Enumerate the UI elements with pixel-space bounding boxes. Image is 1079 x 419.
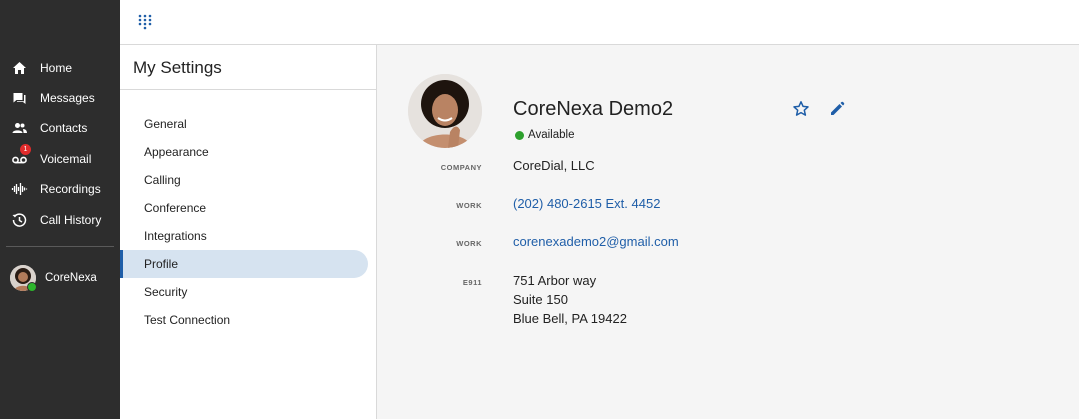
menu-item-label: Conference (144, 201, 207, 215)
address-line-2: Suite 150 (513, 292, 568, 307)
menu-item-label: Profile (144, 257, 179, 271)
sidebar-item-label: Voicemail (40, 152, 92, 166)
work-phone-link[interactable]: (202) 480-2615 Ext. 4452 (513, 196, 660, 211)
work-email-link[interactable]: corenexademo2@gmail.com (513, 234, 679, 249)
edit-pencil-icon[interactable] (828, 100, 846, 118)
sidebar-item-label: Recordings (40, 182, 101, 196)
sidebar-item-home[interactable]: Home (0, 55, 120, 81)
settings-menu-calling[interactable]: Calling (120, 166, 368, 194)
sidebar-item-recordings[interactable]: Recordings (0, 176, 120, 202)
e911-address: 751 Arbor way Suite 150 Blue Bell, PA 19… (513, 271, 627, 328)
favorite-star-icon[interactable] (792, 100, 810, 118)
presence-indicator (27, 282, 37, 292)
address-line-1: 751 Arbor way (513, 273, 597, 288)
settings-menu-general[interactable]: General (120, 110, 368, 138)
presence-status: Available (528, 129, 575, 141)
settings-divider (120, 89, 376, 90)
menu-item-label: General (144, 117, 187, 131)
dialpad-icon[interactable] (138, 14, 152, 30)
profile-avatar (408, 74, 482, 148)
settings-menu-security[interactable]: Security (120, 278, 368, 306)
settings-panel: My Settings General Appearance Calling C… (120, 45, 377, 419)
contacts-icon (12, 123, 27, 133)
settings-menu-conference[interactable]: Conference (120, 194, 368, 222)
company-value: CoreDial, LLC (513, 158, 595, 173)
sidebar-item-voicemail[interactable]: 1 Voicemail (0, 144, 120, 172)
home-icon (13, 62, 26, 74)
menu-item-label: Calling (144, 173, 181, 187)
voicemail-badge: 1 (20, 144, 31, 155)
page-title: My Settings (133, 58, 222, 77)
sidebar-user-label: CoreNexa (45, 272, 97, 284)
settings-menu-test-connection[interactable]: Test Connection (120, 306, 368, 334)
settings-menu-appearance[interactable]: Appearance (120, 138, 368, 166)
settings-menu-profile[interactable]: Profile (120, 250, 368, 278)
sidebar-item-contacts[interactable]: Contacts (0, 115, 120, 141)
sidebar-item-messages[interactable]: Messages (0, 85, 120, 111)
sidebar-item-call-history[interactable]: Call History (0, 207, 120, 233)
settings-menu-integrations[interactable]: Integrations (120, 222, 368, 250)
menu-item-label: Appearance (144, 145, 209, 159)
company-label: COMPANY (440, 163, 482, 172)
work-email-label: WORK (456, 239, 482, 248)
messages-icon (13, 93, 26, 104)
recordings-icon (11, 183, 28, 195)
work-phone-label: WORK (456, 201, 482, 210)
app-sidebar: Home Messages Contacts 1 Voicemail Recor… (0, 0, 120, 419)
sidebar-divider (6, 246, 114, 247)
menu-item-label: Security (144, 285, 188, 299)
presence-indicator (515, 131, 524, 140)
sidebar-user[interactable]: CoreNexa (0, 262, 120, 294)
sidebar-item-label: Home (40, 61, 73, 75)
sidebar-item-label: Messages (40, 91, 95, 105)
sidebar-item-label: Call History (40, 213, 102, 227)
menu-item-label: Test Connection (144, 313, 231, 327)
sidebar-item-label: Contacts (40, 121, 88, 135)
e911-label: E911 (462, 278, 482, 287)
history-icon (12, 213, 27, 227)
menu-item-label: Integrations (144, 229, 207, 243)
profile-name: CoreNexa Demo2 (513, 98, 674, 120)
top-bar (120, 0, 1079, 45)
address-line-3: Blue Bell, PA 19422 (513, 311, 627, 326)
